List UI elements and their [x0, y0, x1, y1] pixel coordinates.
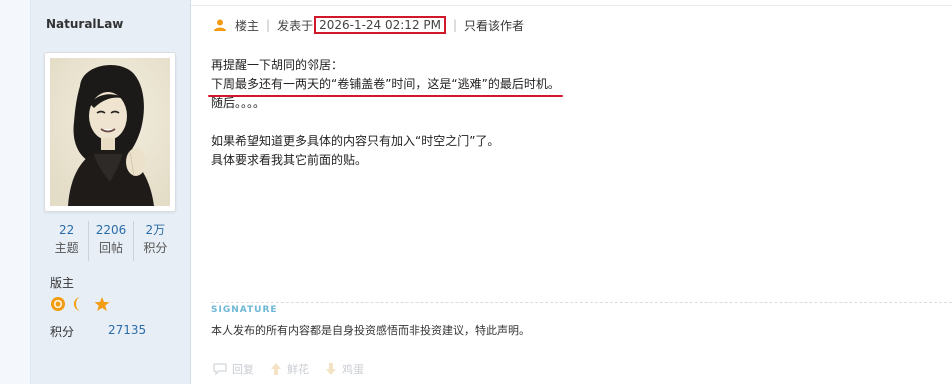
signature-text: 本人发布的所有内容都是自身投资感悟而非投资建议，特此声明。 — [211, 324, 530, 337]
egg-label: 鸡蛋 — [342, 363, 364, 376]
post-line: 再提醒一下胡同的邻居： — [211, 58, 344, 72]
separator: | — [452, 18, 458, 32]
only-author-link[interactable]: 只看该作者 — [464, 17, 524, 34]
post-line-highlighted: 下周最多还有一两天的“卷铺盖卷”时间，这是“逃难”的最后时机。 — [208, 75, 911, 97]
star-icon — [94, 296, 110, 312]
points-value[interactable]: 27135 — [108, 323, 146, 337]
post-line: 具体要求看我其它前面的贴。 — [211, 153, 368, 167]
thumbs-up-icon — [271, 363, 281, 375]
egg-button[interactable]: 鸡蛋 — [325, 361, 364, 377]
flower-label: 鲜花 — [287, 363, 309, 376]
stat-threads-label: 主题 — [54, 241, 79, 255]
posted-label: 发表于 — [277, 18, 314, 33]
reply-label: 回复 — [232, 363, 254, 376]
stat-points-value: 2万 — [145, 223, 166, 237]
avatar-photo — [50, 58, 170, 206]
user-rank[interactable]: 版主 — [50, 274, 74, 291]
post-content: 再提醒一下胡同的邻居： 下周最多还有一两天的“卷铺盖卷”时间，这是“逃难”的最后… — [208, 56, 911, 170]
signature-divider — [211, 302, 952, 303]
post-top-divider — [191, 5, 952, 6]
points-row: 积分 27135 — [50, 323, 146, 340]
sun-icon — [50, 296, 66, 312]
post-actions: 回复 鲜花 鸡蛋 — [213, 361, 364, 377]
thumbs-down-icon — [326, 363, 336, 375]
reply-button[interactable]: 回复 — [213, 361, 254, 377]
author-stats: 22 主题 2206 回帖 2万 积分 — [45, 221, 177, 261]
left-gutter — [0, 0, 31, 384]
stat-points-label: 积分 — [143, 241, 168, 255]
post-meta-bar: 楼主 | 发表于 2026-1-24 02:12 PM | 只看该作者 — [214, 16, 524, 34]
post-timestamp: 2026-1-24 02:12 PM — [314, 16, 446, 34]
author-name[interactable]: NaturalLaw — [46, 17, 123, 31]
floor-label: 楼主 — [235, 18, 260, 33]
moon-icon — [72, 296, 88, 312]
underlined-text: 下周最多还有一两天的“卷铺盖卷”时间，这是“逃难”的最后时机。 — [208, 75, 563, 97]
separator: | — [266, 18, 271, 32]
stat-points[interactable]: 2万 积分 — [134, 221, 177, 261]
stat-threads[interactable]: 22 主题 — [45, 221, 90, 261]
user-icon — [214, 19, 226, 31]
avatar[interactable] — [44, 52, 176, 212]
stat-replies-value: 2206 — [95, 223, 127, 237]
stat-replies-label: 回帖 — [98, 241, 123, 255]
reply-icon — [213, 363, 227, 375]
author-sidebar: NaturalLaw 22 主题 2206 回帖 2万 积分 版主 积分 271… — [31, 0, 191, 384]
stat-replies[interactable]: 2206 回帖 — [89, 221, 134, 261]
post-line: 如果希望知道更多具体的内容只有加入“时空之门”了。 — [211, 134, 500, 148]
signature-label: SIGNATURE — [211, 305, 278, 315]
points-label: 积分 — [50, 325, 75, 339]
medal-row — [50, 296, 110, 312]
flower-button[interactable]: 鲜花 — [270, 361, 309, 377]
stat-threads-value: 22 — [59, 223, 75, 237]
